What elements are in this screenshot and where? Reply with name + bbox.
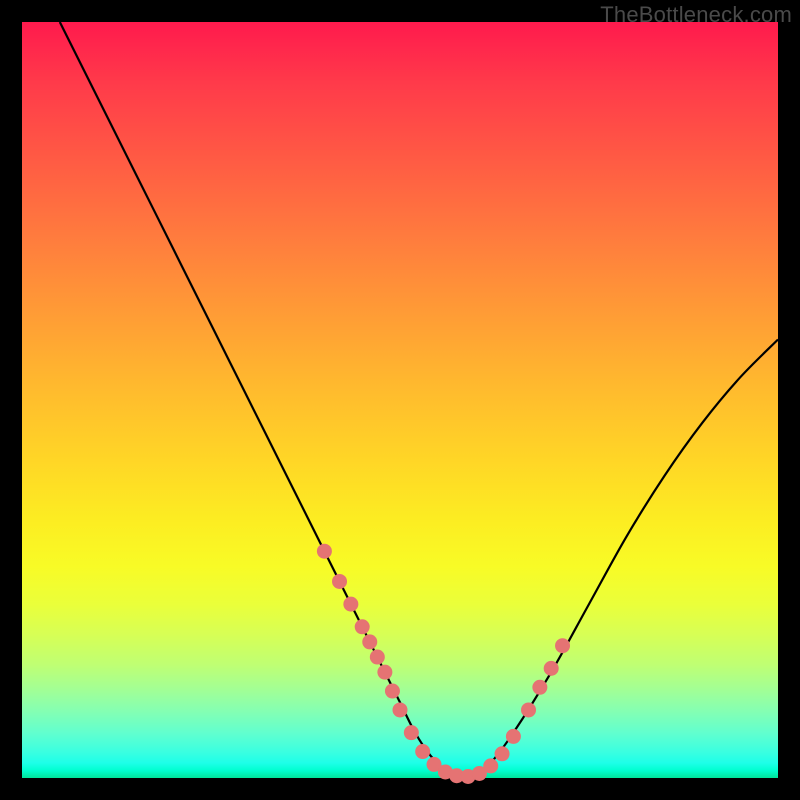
curve-marker — [332, 574, 347, 589]
curve-marker — [362, 634, 377, 649]
curve-marker — [506, 729, 521, 744]
curve-marker — [415, 744, 430, 759]
curve-marker — [555, 638, 570, 653]
curve-marker — [521, 702, 536, 717]
curve-marker — [377, 665, 392, 680]
curve-marker — [355, 619, 370, 634]
curve-marker — [393, 702, 408, 717]
watermark-text: TheBottleneck.com — [600, 2, 792, 28]
curve-marker — [483, 758, 498, 773]
curve-marker — [495, 746, 510, 761]
curve-layer — [22, 22, 778, 778]
plot-area — [22, 22, 778, 778]
curve-marker — [532, 680, 547, 695]
curve-marker — [317, 544, 332, 559]
curve-marker — [370, 650, 385, 665]
curve-markers — [317, 544, 570, 784]
curve-marker — [404, 725, 419, 740]
curve-marker — [385, 684, 400, 699]
curve-marker — [343, 597, 358, 612]
curve-marker — [544, 661, 559, 676]
chart-frame: TheBottleneck.com — [0, 0, 800, 800]
bottleneck-curve — [60, 22, 778, 778]
